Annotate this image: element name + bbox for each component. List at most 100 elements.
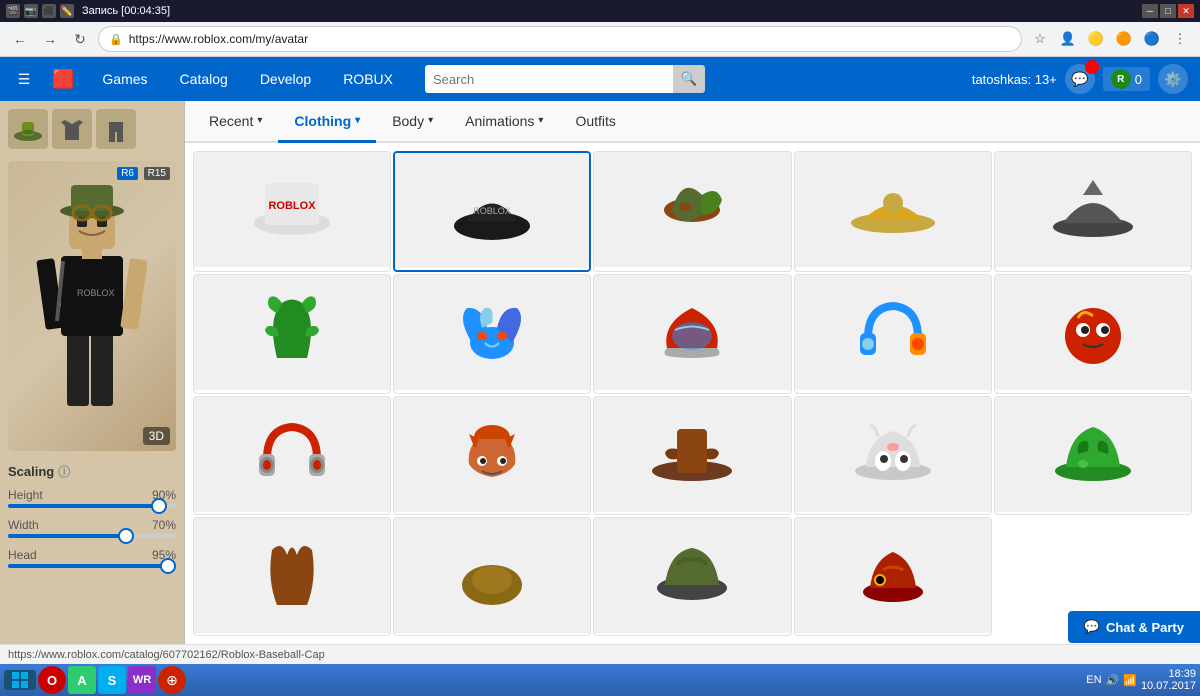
avatar-svg: ROBLOX [27,181,157,431]
chat-party-button[interactable]: 💬 Chat & Party [1068,611,1200,643]
item-scholastic-spirit[interactable]: Scholastic Spiri... [593,151,791,272]
item-name-13: Hoppy Bowler [795,512,991,515]
url-bar[interactable]: 🔒 https://www.roblox.com/my/avatar [98,26,1022,52]
extension-icon-1[interactable]: 🟡 [1084,27,1108,51]
item-summer-game[interactable]: Summer Game... [193,274,391,393]
item-roblox-baseball-cap[interactable]: ROBLOX Roblox Baseball... [393,151,591,272]
nav-catalog[interactable]: Catalog [172,67,236,91]
menu-icon[interactable]: ⋮ [1168,27,1192,51]
bookmark-icon[interactable]: ☆ [1028,27,1052,51]
taskbar-antivirus-button[interactable]: A [68,666,96,694]
item-hoppy-bowler[interactable]: Hoppy Bowler [794,396,992,515]
tab-outfits[interactable]: Outfits [559,101,631,143]
item-hank-hat[interactable]: Hank Hat [393,396,591,515]
item-wings-of-fire[interactable]: Wings of Fire Vi... [393,274,591,393]
avatar-thumb-buttons [8,109,176,149]
extension-icon-3[interactable]: 🔵 [1140,27,1164,51]
height-label: Height [8,488,43,502]
extension-icon-2[interactable]: 🟠 [1112,27,1136,51]
item-brown-riding-hat[interactable]: Brown Riding H... [593,396,791,515]
shirt-thumb-button[interactable] [52,109,92,149]
hamburger-menu-button[interactable]: ☰ [12,67,36,91]
item-keiths-helmet[interactable]: Keith's Helmet [593,274,791,393]
title-bar-text: Запись [00:04:35] [82,5,1142,17]
chat-icon: 💬 [1084,619,1100,635]
svg-text:ROBLOX: ROBLOX [77,288,115,298]
nav-robux[interactable]: ROBUX [335,67,401,91]
search-input[interactable] [425,65,673,93]
windows-logo-icon [12,672,28,688]
tab-animations[interactable]: Animations ▾ [449,101,559,143]
nav-right: tatoshkas: 13+ 💬 R 0 ⚙️ [972,64,1188,94]
hat-thumb-button[interactable] [8,109,48,149]
browser-chrome: ← → ↻ 🔒 https://www.roblox.com/my/avatar… [0,22,1200,57]
back-button[interactable]: ← [8,27,32,51]
item-thumb-17 [594,518,790,633]
item-name-0: Roblox Logo Vi... [194,267,390,272]
search-button[interactable]: 🔍 [673,65,705,93]
taskbar-winrar-button[interactable]: WR [128,666,156,694]
taskbar-skype-button[interactable]: S [98,666,126,694]
svg-text:ROBLOX: ROBLOX [269,200,317,212]
chevron-down-icon-3: ▾ [428,115,433,126]
minimize-button[interactable]: ─ [1142,4,1158,18]
item-nickelodeon-slime[interactable]: Nickelodeon Sl... [994,396,1192,515]
taskbar-extra-button[interactable]: ⊕ [158,666,186,694]
item-row4-1[interactable] [193,517,391,636]
3d-button[interactable]: 3D [143,427,170,445]
item-roblox-logo-visor[interactable]: ROBLOX Roblox Logo Vi... [193,151,391,272]
close-button[interactable]: ✕ [1178,4,1194,18]
item-petes-dragon[interactable]: Pete's Dragon F... [994,151,1192,272]
width-slider[interactable] [8,534,176,538]
profile-icon[interactable]: 👤 [1056,27,1080,51]
item-thumb-1: ROBLOX [395,153,589,268]
badge-r6[interactable]: R6 [117,167,138,180]
item-thumb-16 [394,518,590,633]
badge-r15[interactable]: R15 [144,167,170,180]
item-name-5: Summer Game... [194,390,390,393]
app-icon-4: ✏️ [60,4,74,18]
item-name-17 [594,633,790,636]
height-row: Height 90% [8,488,176,508]
scaling-section: Scaling ⓘ Height 90% Width 70% [8,459,176,582]
item-angry-birds-headphones[interactable]: Angry Birds' He... [193,396,391,515]
browser-actions: ☆ 👤 🟡 🟠 🔵 ⋮ [1028,27,1192,51]
robux-button[interactable]: R 0 [1103,67,1150,91]
item-thumb-13 [795,397,991,512]
item-name-9: Angry Birds: Re... [995,390,1191,393]
maximize-button[interactable]: □ [1160,4,1176,18]
nav-develop[interactable]: Develop [252,67,319,91]
settings-button[interactable]: ⚙️ [1158,64,1188,94]
tab-clothing[interactable]: Clothing ▾ [278,101,376,143]
width-row: Width 70% [8,518,176,538]
item-row4-2[interactable] [393,517,591,636]
avatar-preview: R6 R15 ROBLOX [8,161,176,451]
robux-icon: R [1111,69,1131,89]
nav-games[interactable]: Games [94,67,155,91]
browser-nav: ← → ↻ 🔒 https://www.roblox.com/my/avatar… [0,22,1200,56]
item-angry-birds-red[interactable]: Angry Birds: Re... [994,274,1192,393]
head-slider[interactable] [8,564,176,568]
item-dory-headphones[interactable]: Dory Headphon... [794,274,992,393]
pants-thumb-button[interactable] [96,109,136,149]
search-bar: 🔍 [425,65,705,93]
forward-button[interactable]: → [38,27,62,51]
height-slider[interactable] [8,504,176,508]
item-row4-4[interactable] [794,517,992,636]
main-content: R6 R15 ROBLOX [0,101,1200,644]
taskbar-opera-button[interactable]: O [38,666,66,694]
tab-body[interactable]: Body ▾ [376,101,449,143]
start-button[interactable] [4,670,36,690]
robux-count: 0 [1135,72,1142,87]
reload-button[interactable]: ↻ [68,27,92,51]
item-thumb-5 [194,275,390,390]
tab-recent[interactable]: Recent ▾ [193,101,278,143]
title-bar-app-icons: 🎬 📷 ⬛ ✏️ [6,4,74,18]
item-row4-3[interactable] [593,517,791,636]
head-row: Head 95% [8,548,176,568]
head-label: Head [8,548,37,562]
svg-text:ROBLOX: ROBLOX [474,206,512,216]
avatar-figure: ROBLOX [27,181,157,431]
messages-button[interactable]: 💬 [1065,64,1095,94]
item-cheestrings-safari[interactable]: Cheestrings Saf... [794,151,992,272]
